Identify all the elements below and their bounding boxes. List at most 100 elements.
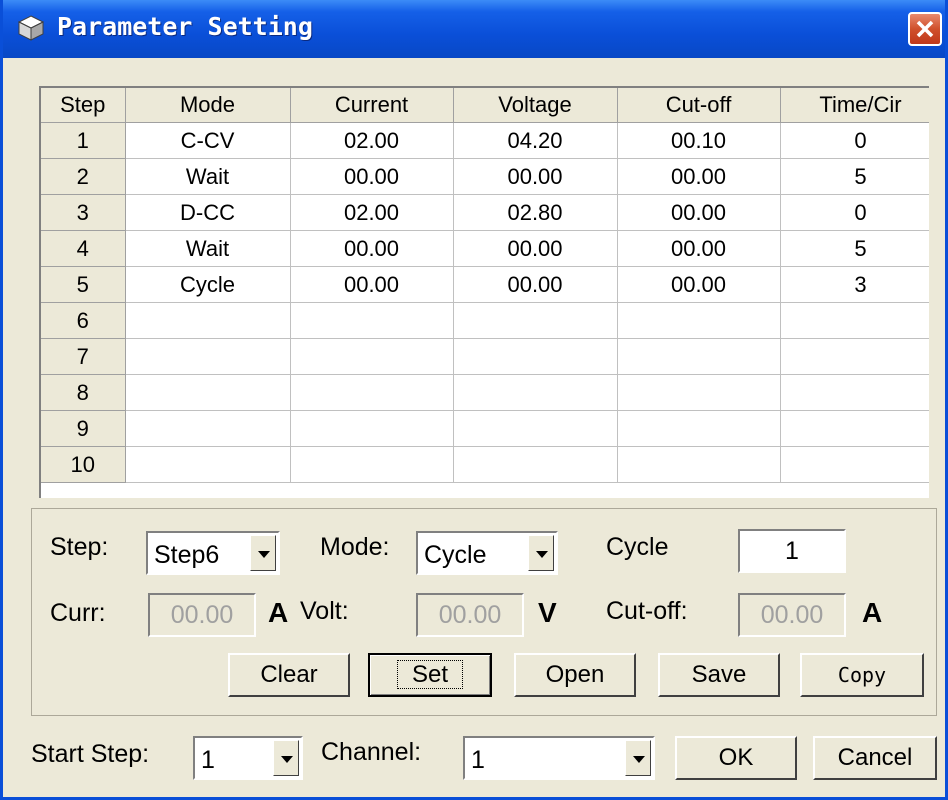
- table-cell[interactable]: 3: [780, 266, 929, 303]
- chevron-down-icon[interactable]: [528, 535, 554, 571]
- table-cell[interactable]: [290, 302, 454, 339]
- table-cell[interactable]: [125, 410, 291, 447]
- table-row[interactable]: 7: [41, 338, 929, 375]
- table-cell[interactable]: 02.00: [290, 194, 454, 231]
- row-step-cell[interactable]: 1: [41, 122, 126, 159]
- table-cell[interactable]: 00.10: [617, 122, 781, 159]
- table-cell[interactable]: [780, 338, 929, 375]
- set-button[interactable]: Set: [368, 653, 492, 697]
- table-cell[interactable]: 04.20: [453, 122, 618, 159]
- column-header[interactable]: Step: [41, 88, 126, 123]
- table-cell[interactable]: C-CV: [125, 122, 291, 159]
- table-row[interactable]: 6: [41, 302, 929, 339]
- table-cell[interactable]: [290, 446, 454, 483]
- row-step-cell[interactable]: 7: [41, 338, 126, 375]
- table-cell[interactable]: 0: [780, 122, 929, 159]
- row-step-cell[interactable]: 10: [41, 446, 126, 483]
- table-cell[interactable]: 00.00: [290, 158, 454, 195]
- table-cell[interactable]: D-CC: [125, 194, 291, 231]
- table-cell[interactable]: [125, 446, 291, 483]
- title-bar[interactable]: Parameter Setting: [3, 0, 945, 58]
- voltage-input[interactable]: 00.00: [416, 593, 524, 637]
- copy-button[interactable]: Copy: [800, 653, 924, 697]
- table-row[interactable]: 1 C-CV 02.00 04.20 00.10 0: [41, 122, 929, 159]
- table-cell[interactable]: 5: [780, 230, 929, 267]
- table-row[interactable]: 3 D-CC 02.00 02.80 00.00 0: [41, 194, 929, 231]
- start-step-select[interactable]: 1: [193, 736, 303, 780]
- table-cell[interactable]: [453, 338, 618, 375]
- ok-button[interactable]: OK: [675, 736, 797, 780]
- close-button[interactable]: [908, 12, 942, 46]
- open-button[interactable]: Open: [514, 653, 636, 697]
- table-cell[interactable]: [290, 410, 454, 447]
- current-input[interactable]: 00.00: [148, 593, 256, 637]
- table-cell[interactable]: Wait: [125, 158, 291, 195]
- table-cell[interactable]: 00.00: [453, 158, 618, 195]
- table-cell[interactable]: [617, 374, 781, 411]
- column-header[interactable]: Time/Cir: [780, 88, 929, 123]
- row-step-cell[interactable]: 9: [41, 410, 126, 447]
- table-cell[interactable]: [617, 410, 781, 447]
- column-header[interactable]: Cut-off: [617, 88, 781, 123]
- table-cell[interactable]: [780, 446, 929, 483]
- table-cell[interactable]: Wait: [125, 230, 291, 267]
- table-cell[interactable]: [617, 446, 781, 483]
- table-cell[interactable]: [453, 302, 618, 339]
- table-cell[interactable]: 0: [780, 194, 929, 231]
- table-row[interactable]: 8: [41, 374, 929, 411]
- table-cell[interactable]: [780, 410, 929, 447]
- row-step-cell[interactable]: 4: [41, 230, 126, 267]
- table-cell[interactable]: [453, 410, 618, 447]
- table-cell[interactable]: 00.00: [290, 230, 454, 267]
- table-cell[interactable]: [453, 446, 618, 483]
- row-step-cell[interactable]: 8: [41, 374, 126, 411]
- row-step-cell[interactable]: 2: [41, 158, 126, 195]
- table-row[interactable]: 5 Cycle 00.00 00.00 00.00 3: [41, 266, 929, 303]
- column-header[interactable]: Mode: [125, 88, 291, 123]
- table-cell[interactable]: [780, 374, 929, 411]
- clear-button[interactable]: Clear: [228, 653, 350, 697]
- step-table[interactable]: Step Mode Current Voltage Cut-off Time/Cir 1C…: [39, 86, 929, 498]
- table-cell[interactable]: [290, 374, 454, 411]
- column-header[interactable]: Current: [290, 88, 454, 123]
- table-cell[interactable]: 02.80: [453, 194, 618, 231]
- table-cell[interactable]: 00.00: [453, 266, 618, 303]
- table-cell[interactable]: 00.00: [290, 266, 454, 303]
- row-step-cell[interactable]: 3: [41, 194, 126, 231]
- row-step-cell[interactable]: 6: [41, 302, 126, 339]
- mode-select[interactable]: Cycle: [416, 531, 558, 575]
- table-cell[interactable]: 00.00: [617, 230, 781, 267]
- table-row[interactable]: 9: [41, 410, 929, 447]
- table-cell[interactable]: [617, 338, 781, 375]
- table-cell[interactable]: Cycle: [125, 266, 291, 303]
- chevron-down-icon[interactable]: [273, 740, 299, 776]
- table-cell[interactable]: [290, 338, 454, 375]
- table-cell[interactable]: 00.00: [617, 194, 781, 231]
- curr-label: Curr:: [50, 599, 106, 627]
- table-row[interactable]: 10: [41, 446, 929, 483]
- table-cell[interactable]: 02.00: [290, 122, 454, 159]
- table-cell[interactable]: 00.00: [617, 158, 781, 195]
- table-cell[interactable]: 5: [780, 158, 929, 195]
- table-cell[interactable]: 00.00: [617, 266, 781, 303]
- cancel-button[interactable]: Cancel: [813, 736, 937, 780]
- chevron-down-icon[interactable]: [250, 535, 276, 571]
- table-row[interactable]: 4 Wait 00.00 00.00 00.00 5: [41, 230, 929, 267]
- cutoff-input[interactable]: 00.00: [738, 593, 846, 637]
- chevron-down-icon[interactable]: [625, 740, 651, 776]
- table-row[interactable]: 2 Wait 00.00 00.00 00.00 5: [41, 158, 929, 195]
- row-step-cell[interactable]: 5: [41, 266, 126, 303]
- table-cell[interactable]: [125, 374, 291, 411]
- table-cell[interactable]: [780, 302, 929, 339]
- table-cell[interactable]: [453, 374, 618, 411]
- cycle-input[interactable]: 1: [738, 529, 846, 573]
- table-cell[interactable]: 00.00: [453, 230, 618, 267]
- save-button[interactable]: Save: [658, 653, 780, 697]
- table-cell[interactable]: [125, 302, 291, 339]
- table-cell[interactable]: [125, 338, 291, 375]
- step-select[interactable]: Step6: [146, 531, 280, 575]
- channel-select[interactable]: 1: [463, 736, 655, 780]
- table-cell[interactable]: [617, 302, 781, 339]
- column-header[interactable]: Voltage: [453, 88, 618, 123]
- close-icon: [916, 20, 934, 38]
